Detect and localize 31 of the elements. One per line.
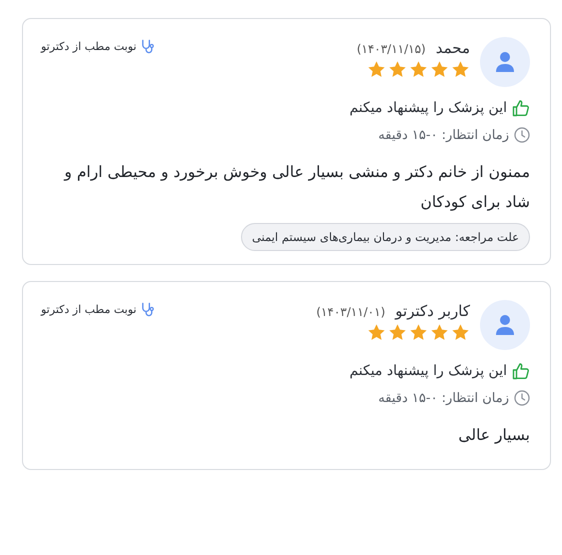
- recommendation-text: این پزشک را پیشنهاد میکنم: [349, 100, 507, 116]
- star-icon: [388, 323, 407, 342]
- clock-icon: [514, 390, 530, 406]
- source-label: نوبت مطب از دکترتو: [41, 40, 136, 53]
- star-icon: [367, 60, 386, 79]
- star-icon: [409, 323, 428, 342]
- star-icon: [409, 60, 428, 79]
- reviewer-name: محمد: [436, 39, 470, 57]
- review-comment: ممنون از خانم دکتر و منشی بسیار عالی وخوش برخورد و محیطی ارام و شاد برای کودکان: [62, 162, 530, 213]
- user-icon: [495, 51, 515, 73]
- star-icon: [367, 323, 386, 342]
- reviewer-name: کاربر دکترتو: [395, 302, 470, 320]
- recommendation-text: این پزشک را پیشنهاد میکنم: [349, 363, 507, 379]
- star-icon: [451, 60, 470, 79]
- source-label: نوبت مطب از دکترتو: [41, 303, 136, 316]
- star-icon: [451, 323, 470, 342]
- stethoscope-icon: [140, 302, 156, 317]
- wait-time: زمان انتظار: ۰-۱۵ دقیقه: [378, 128, 509, 142]
- review-date: (۱۴۰۳/۱۱/۱۵): [356, 42, 426, 56]
- visit-reason-tag: علت مراجعه: مدیریت و درمان بیماری‌های سیستم ایمنی: [240, 223, 530, 251]
- stethoscope-icon: [140, 39, 156, 54]
- clock-icon: [514, 127, 530, 143]
- user-icon: [495, 314, 515, 336]
- star-icon: [430, 60, 449, 79]
- thumbs-up-icon: [512, 362, 530, 380]
- review-comment: بسیار عالی: [457, 425, 530, 446]
- review-date: (۱۴۰۳/۱۱/۰۱): [316, 305, 386, 319]
- thumbs-up-icon: [512, 99, 530, 117]
- wait-time: زمان انتظار: ۰-۱۵ دقیقه: [378, 390, 509, 406]
- star-icon: [388, 60, 407, 79]
- star-icon: [430, 323, 449, 342]
